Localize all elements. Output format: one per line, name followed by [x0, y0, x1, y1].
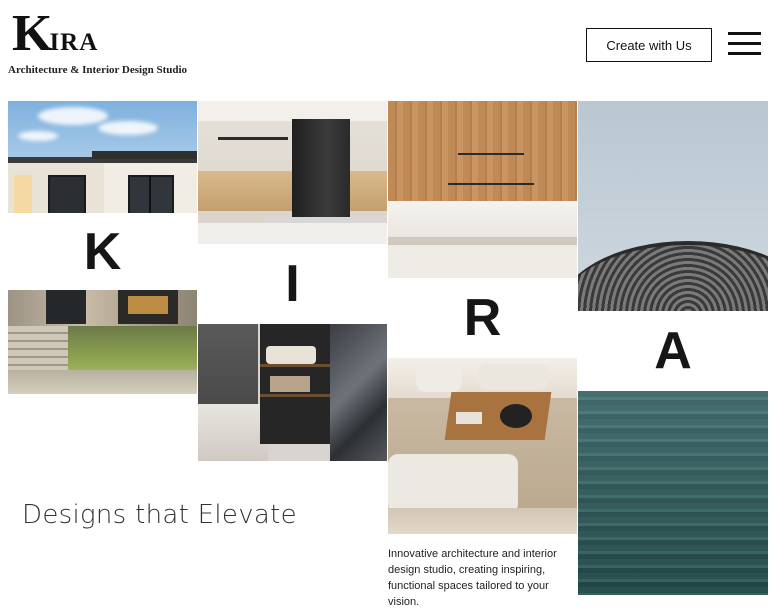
- wood-ceiling-photo: [388, 101, 577, 278]
- hero-description: Innovative architecture and interior des…: [388, 548, 557, 608]
- mosaic-letter-r: R: [388, 278, 577, 358]
- kitchen-hood-photo: [198, 101, 387, 244]
- logo-initial: K: [12, 5, 52, 62]
- mosaic-letter-k: K: [8, 213, 197, 290]
- house-exterior-photo-top: [8, 101, 197, 213]
- hero-heading: Designs that Elevate: [22, 500, 297, 530]
- mosaic-letter-a: A: [578, 311, 768, 391]
- dome-architecture-photo: [578, 101, 768, 311]
- water-reflection-photo: [578, 391, 768, 595]
- house-exterior-photo-bottom: [8, 290, 197, 394]
- living-room-photo: [388, 358, 577, 534]
- logo-rest: IRA: [49, 29, 99, 56]
- create-with-us-button[interactable]: Create with Us: [586, 28, 712, 62]
- brand-logo[interactable]: K IRA: [12, 8, 98, 60]
- mosaic-letter-i: I: [198, 244, 387, 324]
- kitchen-shelves-photo: [198, 324, 387, 461]
- brand-tagline: Architecture & Interior Design Studio: [8, 64, 188, 76]
- hamburger-menu-icon[interactable]: [728, 32, 761, 56]
